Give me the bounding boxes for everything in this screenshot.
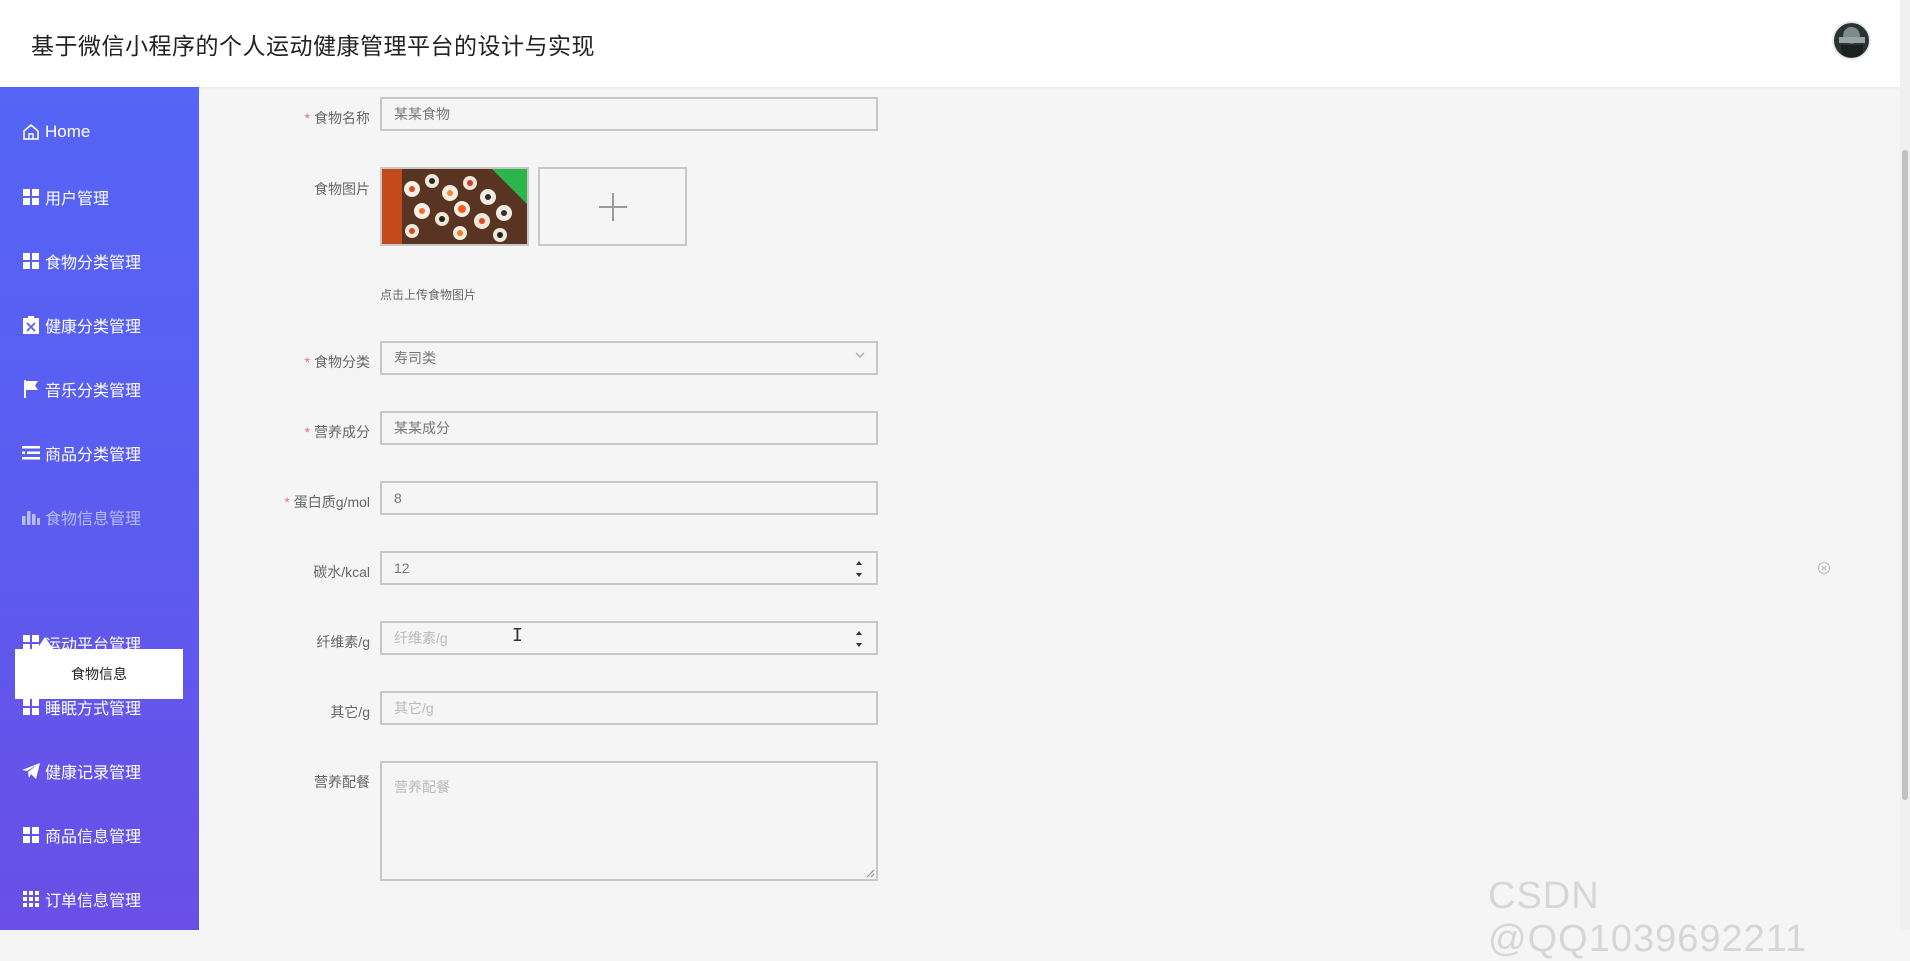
top-bar: 基于微信小程序的个人运动健康管理平台的设计与实现 (0, 0, 1900, 87)
fiber-placeholder: 纤维素/g (394, 630, 448, 646)
fiber-input[interactable]: 纤维素/g (380, 621, 878, 655)
sidebar-item-label: Home (45, 122, 91, 141)
meal-plan-placeholder: 营养配餐 (394, 779, 450, 795)
other-input[interactable]: 其它/g (380, 691, 878, 725)
food-image-label: 食物图片 (314, 181, 370, 197)
protein-label-text: 蛋白质g/mol (293, 494, 370, 510)
other-label: 其它/g (330, 704, 370, 720)
app-title: 基于微信小程序的个人运动健康管理平台的设计与实现 (31, 33, 595, 59)
scrollbar-thumb[interactable] (1902, 150, 1908, 800)
resize-handle-icon[interactable] (865, 868, 875, 878)
sidebar-item-label: 商品信息管理 (45, 829, 142, 846)
flag-icon (22, 380, 40, 398)
sidebar-item-home[interactable]: Home (22, 117, 90, 147)
number-stepper-icon[interactable] (854, 625, 864, 653)
sidebar-item-label: 食物信息管理 (45, 511, 142, 528)
grid-icon (22, 698, 40, 716)
upload-tip: 点击上传食物图片 (380, 288, 477, 302)
chevron-down-icon (855, 352, 865, 358)
carbs-input[interactable]: 12 (380, 551, 878, 585)
grid-icon (22, 188, 40, 206)
sidebar-item-label: 订单信息管理 (45, 893, 142, 910)
food-name-label: * 食物名称 (130, 108, 370, 128)
nutrition-value: 某某成分 (394, 420, 450, 436)
sidebar-item-label: 用户管理 (45, 191, 110, 208)
food-image-thumbnail[interactable] (380, 167, 529, 246)
clear-circle-icon[interactable] (1817, 561, 1831, 575)
submenu-item-food-info[interactable]: 食物信息 (15, 649, 183, 699)
list-icon (22, 444, 40, 462)
submenu-pointer (37, 637, 53, 649)
food-category-label-text: 食物分类 (314, 354, 370, 370)
sidebar-item-food-category[interactable]: 食物分类管理 (22, 246, 141, 276)
sidebar-item-label: 商品分类管理 (45, 447, 142, 464)
food-name-label-text: 食物名称 (314, 110, 370, 126)
sidebar-item-goods-info[interactable]: 商品信息管理 (22, 820, 141, 850)
protein-label: * 蛋白质g/mol (130, 492, 370, 512)
sidebar-item-order-info[interactable]: 订单信息管理 (22, 884, 141, 914)
protein-input[interactable]: 8 (380, 481, 878, 515)
sidebar-item-food-info[interactable]: 食物信息管理 (22, 502, 141, 532)
sidebar-item-label: 健康记录管理 (45, 765, 142, 782)
required-mark: * (304, 110, 310, 126)
grid-icon (22, 826, 40, 844)
required-mark: * (304, 354, 310, 370)
send-icon (22, 762, 40, 780)
food-category-select[interactable]: 寿司类 (380, 341, 878, 375)
sidebar-item-health-record[interactable]: 健康记录管理 (22, 756, 141, 786)
sushi-image (382, 169, 527, 244)
avatar-band (1839, 37, 1865, 43)
avatar-mask (1841, 45, 1863, 57)
nutrition-label-text: 营养成分 (314, 424, 370, 440)
user-avatar[interactable] (1832, 21, 1871, 60)
protein-value: 8 (394, 490, 402, 506)
food-category-value: 寿司类 (394, 350, 436, 366)
food-category-label: * 食物分类 (130, 352, 370, 372)
grid-9-icon (22, 890, 40, 908)
meal-plan-textarea[interactable]: 营养配餐 (380, 761, 878, 881)
other-placeholder: 其它/g (394, 700, 434, 716)
required-mark: * (284, 494, 290, 510)
sidebar-item-users[interactable]: 用户管理 (22, 182, 109, 212)
number-stepper-icon[interactable] (854, 555, 864, 583)
clipboard-x-icon (22, 316, 40, 334)
sidebar-item-goods-category[interactable]: 商品分类管理 (22, 438, 141, 468)
food-name-value: 某某食物 (394, 106, 450, 122)
sidebar-item-health-category[interactable]: 健康分类管理 (22, 310, 141, 340)
home-icon (22, 123, 40, 141)
carbs-value: 12 (394, 560, 410, 576)
fiber-label: 纤维素/g (316, 634, 370, 650)
watermark: CSDN @QQ1039692211 (1488, 875, 1808, 960)
food-name-input[interactable]: 某某食物 (380, 97, 878, 131)
carbs-label: 碳水/kcal (313, 564, 370, 580)
bar-chart-icon (22, 508, 40, 526)
meal-plan-label: 营养配餐 (314, 774, 370, 790)
sidebar-item-label: 音乐分类管理 (45, 383, 142, 400)
grid-icon (22, 252, 40, 270)
nutrition-input[interactable]: 某某成分 (380, 411, 878, 445)
plus-icon (598, 192, 627, 221)
sidebar-item-label: 健康分类管理 (45, 319, 142, 336)
text-cursor-icon: I (512, 625, 523, 646)
page-scrollbar[interactable] (1900, 0, 1910, 930)
nutrition-label: * 营养成分 (130, 422, 370, 442)
required-mark: * (304, 424, 310, 440)
sidebar-item-label: 食物分类管理 (45, 255, 142, 272)
sidebar-item-music-category[interactable]: 音乐分类管理 (22, 374, 141, 404)
image-upload-button[interactable] (538, 167, 687, 246)
